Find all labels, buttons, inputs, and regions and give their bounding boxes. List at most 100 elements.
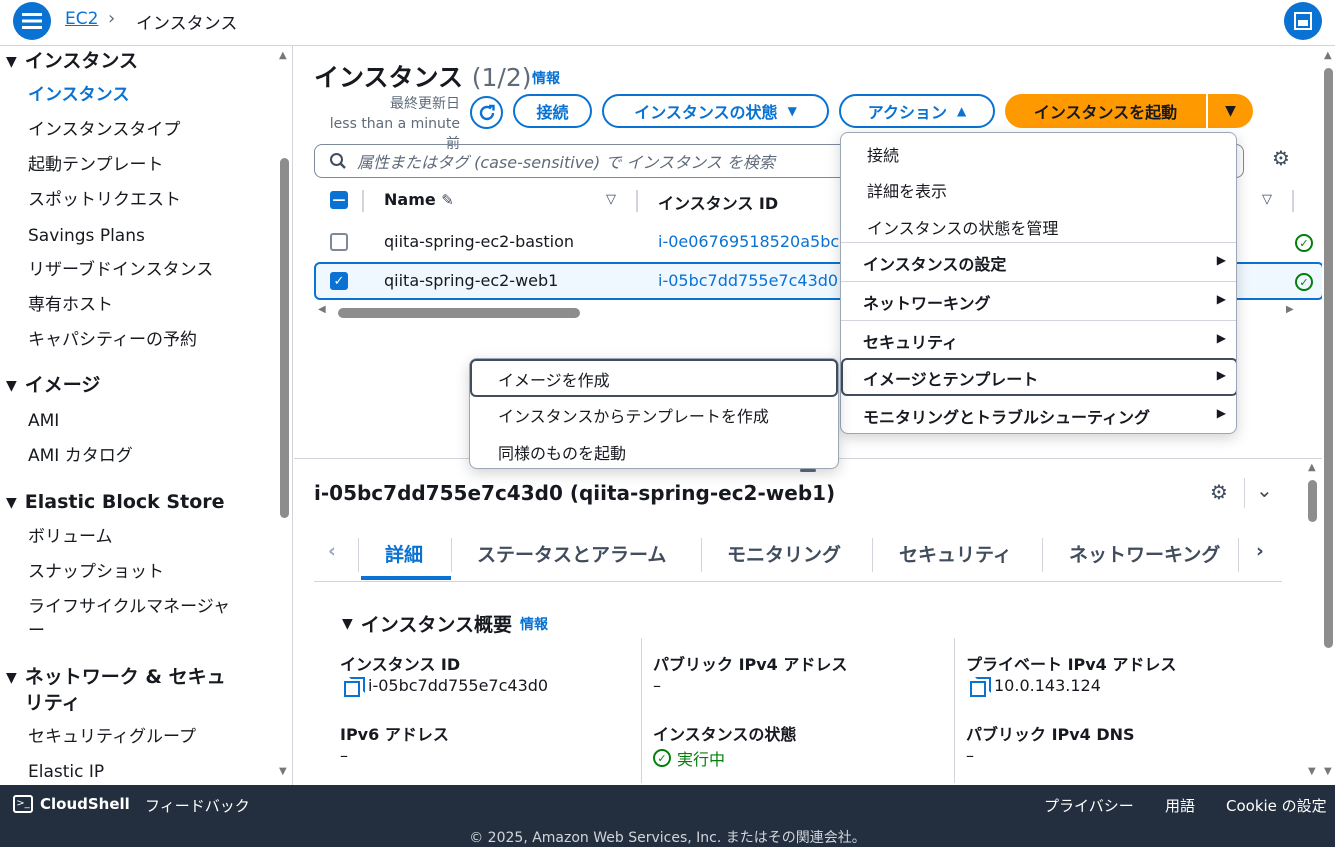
main-scrollbar[interactable]: ▲ ▼ xyxy=(1322,46,1335,785)
instance-state-value: ✓ 実行中 xyxy=(653,746,725,770)
launch-instance-button[interactable]: インスタンスを起動 xyxy=(1005,94,1206,128)
menu-item-create-template[interactable]: インスタンスからテンプレートを作成 xyxy=(498,403,769,427)
sidebar-item-launch-templates[interactable]: 起動テンプレート xyxy=(28,153,164,177)
sidebar-scrollbar[interactable]: ▲ ▼ xyxy=(278,46,290,785)
scroll-right-icon[interactable]: ▶ xyxy=(1286,304,1294,315)
horizontal-scroll-thumb[interactable] xyxy=(338,308,580,318)
divider xyxy=(641,638,642,783)
copyright: © 2025, Amazon Web Services, Inc. またはその関… xyxy=(469,830,866,846)
row-checkbox[interactable] xyxy=(330,233,348,251)
scroll-up-icon[interactable]: ▲ xyxy=(279,50,287,61)
actions-menu: 接続 詳細を表示 インスタンスの状態を管理 インスタンスの設定 ▶ ネットワーキン… xyxy=(840,132,1237,434)
tab-networking[interactable]: ネットワーキング xyxy=(1069,540,1220,567)
cloudshell-link[interactable]: CloudShell xyxy=(40,795,130,813)
terms-link[interactable]: 用語 xyxy=(1165,795,1195,816)
sidebar-item-dedicated-hosts[interactable]: 専有ホスト xyxy=(28,293,113,317)
instance-id-link[interactable]: i-0e06769518520a5bc xyxy=(658,232,839,251)
select-all-checkbox[interactable]: — xyxy=(330,191,348,209)
sort-caret-icon[interactable]: ▽ xyxy=(606,192,616,207)
privacy-link[interactable]: プライバシー xyxy=(1044,795,1134,816)
menu-group-instance-settings[interactable]: インスタンスの設定 ▶ xyxy=(841,242,1236,280)
public-ipv4-label: パブリック IPv4 アドレス xyxy=(653,655,848,674)
sidebar-section-ebs[interactable]: ▼ Elastic Block Store xyxy=(6,489,225,516)
caret-down-icon: ▼ xyxy=(6,54,17,70)
sidebar-item-instances[interactable]: インスタンス xyxy=(28,83,129,107)
breadcrumb-separator-icon: › xyxy=(108,8,116,29)
sidebar-item-elastic-ip[interactable]: Elastic IP xyxy=(28,760,104,784)
sidebar-item-snapshots[interactable]: スナップショット xyxy=(28,560,164,584)
divider xyxy=(1042,538,1043,572)
instance-state-button[interactable]: インスタンスの状態 ▼ xyxy=(602,94,829,128)
actions-button[interactable]: アクション ▲ xyxy=(839,94,995,128)
status-check-icon: ✓ xyxy=(1295,273,1313,291)
menu-item-manage-state[interactable]: インスタンスの状態を管理 xyxy=(867,215,1058,239)
menu-group-image-templates[interactable]: イメージとテンプレート ▶ xyxy=(841,358,1236,396)
main-scroll-thumb[interactable] xyxy=(1324,68,1333,648)
sidebar-item-security-groups[interactable]: セキュリティグループ xyxy=(28,725,196,749)
tab-security[interactable]: セキュリティ xyxy=(899,540,1012,567)
cloudshell-icon[interactable]: >_ xyxy=(13,795,33,813)
sidebar-item-capacity-reservations[interactable]: キャパシティーの予約 xyxy=(28,328,197,352)
split-handle[interactable] xyxy=(800,469,816,472)
tabs-next-icon[interactable]: › xyxy=(1256,540,1264,562)
tab-status-alarms[interactable]: ステータスとアラーム xyxy=(477,540,666,567)
cookie-settings-link[interactable]: Cookie の設定 xyxy=(1226,795,1327,816)
menu-group-security[interactable]: セキュリティ ▶ xyxy=(841,320,1236,358)
sidebar-item-instance-types[interactable]: インスタンスタイプ xyxy=(28,118,180,142)
sidebar-item-spot-requests[interactable]: スポットリクエスト xyxy=(28,188,181,212)
breadcrumb-ec2-link[interactable]: EC2 xyxy=(65,9,98,29)
collapse-chevron-icon[interactable]: ⌄ xyxy=(1256,478,1273,502)
scroll-up-icon[interactable]: ▲ xyxy=(1324,50,1332,61)
sidebar-section-images[interactable]: ▼ イメージ xyxy=(6,372,100,399)
tabs-prev-icon[interactable]: ‹ xyxy=(328,540,336,562)
tab-monitoring[interactable]: モニタリング xyxy=(727,540,841,567)
row-checkbox[interactable]: ✓ xyxy=(330,272,348,290)
menu-item-create-image[interactable]: イメージを作成 xyxy=(498,367,610,391)
scroll-up-icon[interactable]: ▲ xyxy=(1308,462,1316,473)
instance-id-link[interactable]: i-05bc7dd755e7c43d0 xyxy=(658,271,838,290)
detail-settings-gear-icon[interactable]: ⚙ xyxy=(1210,480,1228,504)
column-header-name[interactable]: Name ✎ xyxy=(384,190,454,209)
info-link[interactable]: 情報 xyxy=(520,614,548,634)
launch-dropdown-button[interactable]: ▼ xyxy=(1208,94,1253,128)
menu-item-view-details[interactable]: 詳細を表示 xyxy=(867,178,947,202)
detail-scroll-thumb[interactable] xyxy=(1308,480,1317,522)
scroll-down-icon[interactable]: ▼ xyxy=(1324,766,1332,777)
sidebar-item-ami-catalog[interactable]: AMI カタログ xyxy=(28,444,133,468)
sidebar-item-savings-plans[interactable]: Savings Plans xyxy=(28,224,145,248)
feedback-link[interactable]: フィードバック xyxy=(145,795,250,816)
status-check-icon: ✓ xyxy=(1295,234,1313,252)
scroll-down-icon[interactable]: ▼ xyxy=(1308,766,1316,777)
caret-down-icon: ▼ xyxy=(787,104,797,118)
connect-button[interactable]: 接続 xyxy=(513,94,592,128)
detail-scrollbar[interactable]: ▲ ▼ xyxy=(1306,460,1320,782)
copy-icon[interactable] xyxy=(344,676,365,697)
sidebar-item-ami[interactable]: AMI xyxy=(28,409,59,433)
info-link[interactable]: 情報 xyxy=(532,68,560,88)
breadcrumb-current: インスタンス xyxy=(136,14,238,34)
sidebar-item-volumes[interactable]: ボリューム xyxy=(28,525,113,549)
sidebar-section-instances[interactable]: ▼ インスタンス xyxy=(6,48,138,75)
menu-item-connect[interactable]: 接続 xyxy=(867,142,899,166)
scroll-down-icon[interactable]: ▼ xyxy=(279,766,287,777)
menu-item-launch-more-like-this[interactable]: 同様のものを起動 xyxy=(498,440,626,464)
copy-icon[interactable] xyxy=(970,676,991,697)
divider xyxy=(872,538,873,572)
table-settings-gear-icon[interactable]: ⚙ xyxy=(1272,146,1290,170)
column-header-instance-id[interactable]: インスタンス ID xyxy=(658,190,778,214)
tab-details[interactable]: 詳細 xyxy=(385,540,423,567)
search-icon xyxy=(330,153,346,169)
sort-caret-icon[interactable]: ▽ xyxy=(1262,192,1272,207)
menu-group-networking[interactable]: ネットワーキング ▶ xyxy=(841,281,1236,319)
hamburger-menu-icon[interactable] xyxy=(13,2,51,40)
active-tab-indicator xyxy=(361,576,451,580)
refresh-button[interactable] xyxy=(470,96,503,129)
instance-summary-header[interactable]: ▼ インスタンス概要 情報 xyxy=(342,610,548,637)
sidebar-item-reserved-instances[interactable]: リザーブドインスタンス xyxy=(28,258,213,282)
scroll-left-icon[interactable]: ◀ xyxy=(318,304,326,315)
sidebar-scroll-thumb[interactable] xyxy=(280,158,289,518)
menu-group-monitoring-troubleshooting[interactable]: モニタリングとトラブルシューティング ▶ xyxy=(841,396,1236,433)
side-panel-icon[interactable] xyxy=(1284,2,1322,40)
sidebar-section-network-security[interactable]: ▼ ネットワーク & セキュ リティ xyxy=(6,664,226,716)
sidebar-item-lifecycle-manager[interactable]: ライフサイクルマネージャ ー xyxy=(28,595,230,643)
